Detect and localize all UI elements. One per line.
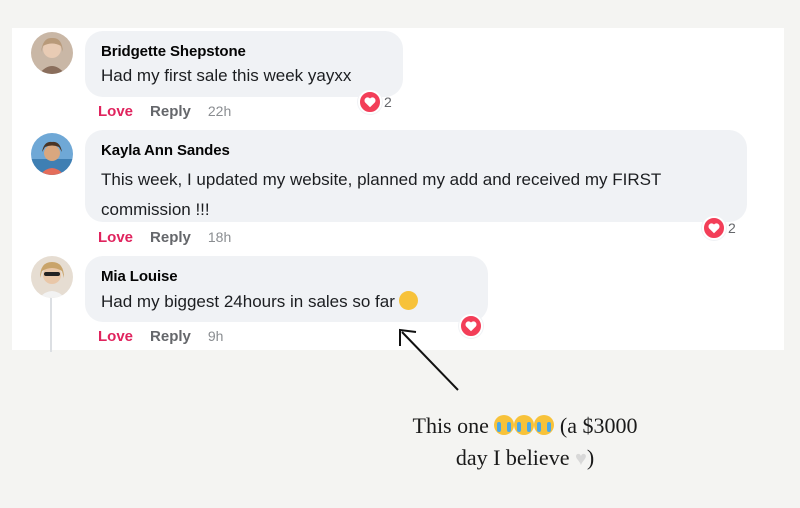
reaction-count-value: 2 bbox=[728, 220, 736, 236]
caption-line-2: day I believe ♥) bbox=[360, 442, 690, 475]
loudly-crying-face-emoji bbox=[514, 415, 535, 435]
loudly-crying-face-emoji bbox=[534, 415, 555, 435]
arrow bbox=[399, 328, 459, 391]
caption-line2-end: ) bbox=[586, 445, 595, 470]
comment-bubble: Mia Louise Had my biggest 24hours in sal… bbox=[85, 256, 488, 322]
loudly-crying-face-emoji bbox=[494, 415, 515, 435]
comment-actions: Love Reply 9h bbox=[98, 328, 223, 345]
heart-reaction-icon bbox=[702, 216, 726, 240]
love-button[interactable]: Love bbox=[98, 328, 133, 345]
comment-timestamp[interactable]: 9h bbox=[208, 328, 224, 344]
love-button[interactable]: Love bbox=[98, 229, 133, 246]
comment-text: Had my first sale this week yayxx bbox=[101, 66, 352, 85]
reaction-count[interactable]: 2 bbox=[702, 216, 736, 240]
heart-reaction-icon bbox=[358, 90, 382, 114]
caption-prefix: This one bbox=[412, 413, 489, 438]
avatar[interactable] bbox=[31, 32, 73, 74]
caption-line-1: This one (a $3000 bbox=[360, 410, 690, 442]
comment-author[interactable]: Kayla Ann Sandes bbox=[101, 142, 733, 159]
avatar[interactable] bbox=[31, 256, 73, 298]
comment-timestamp[interactable]: 18h bbox=[208, 229, 231, 245]
avatar[interactable] bbox=[31, 133, 73, 175]
comment-text: Had my biggest 24hours in sales so far bbox=[101, 291, 474, 312]
reply-button[interactable]: Reply bbox=[150, 229, 191, 246]
annotation-caption: This one (a $3000 day I believe ♥) bbox=[360, 410, 690, 475]
comment-actions: Love Reply 18h bbox=[98, 229, 231, 246]
comment-author[interactable]: Mia Louise bbox=[101, 268, 474, 285]
white-heart-emoji: ♥ bbox=[574, 448, 587, 470]
caption-line2-text: day I believe bbox=[455, 445, 570, 470]
caption-suffix: (a $3000 bbox=[559, 413, 638, 438]
comment-timestamp[interactable]: 22h bbox=[208, 103, 231, 119]
reaction-count[interactable]: 2 bbox=[358, 90, 392, 114]
comment-text: This week, I updated my website, planned… bbox=[101, 170, 662, 219]
reply-button[interactable]: Reply bbox=[150, 103, 191, 120]
comment-bubble: Bridgette Shepstone Had my first sale th… bbox=[85, 31, 403, 97]
comment-bubble: Kayla Ann Sandes This week, I updated my… bbox=[85, 130, 747, 222]
love-button[interactable]: Love bbox=[98, 103, 133, 120]
pleading-face-emoji bbox=[398, 291, 418, 310]
reply-button[interactable]: Reply bbox=[150, 328, 191, 345]
reaction-count-value: 2 bbox=[384, 94, 392, 110]
comment-text-value: Had my biggest 24hours in sales so far bbox=[101, 292, 395, 311]
comment-author[interactable]: Bridgette Shepstone bbox=[101, 43, 389, 60]
thread-line bbox=[50, 292, 52, 352]
comment-actions: Love Reply 22h bbox=[98, 103, 231, 120]
